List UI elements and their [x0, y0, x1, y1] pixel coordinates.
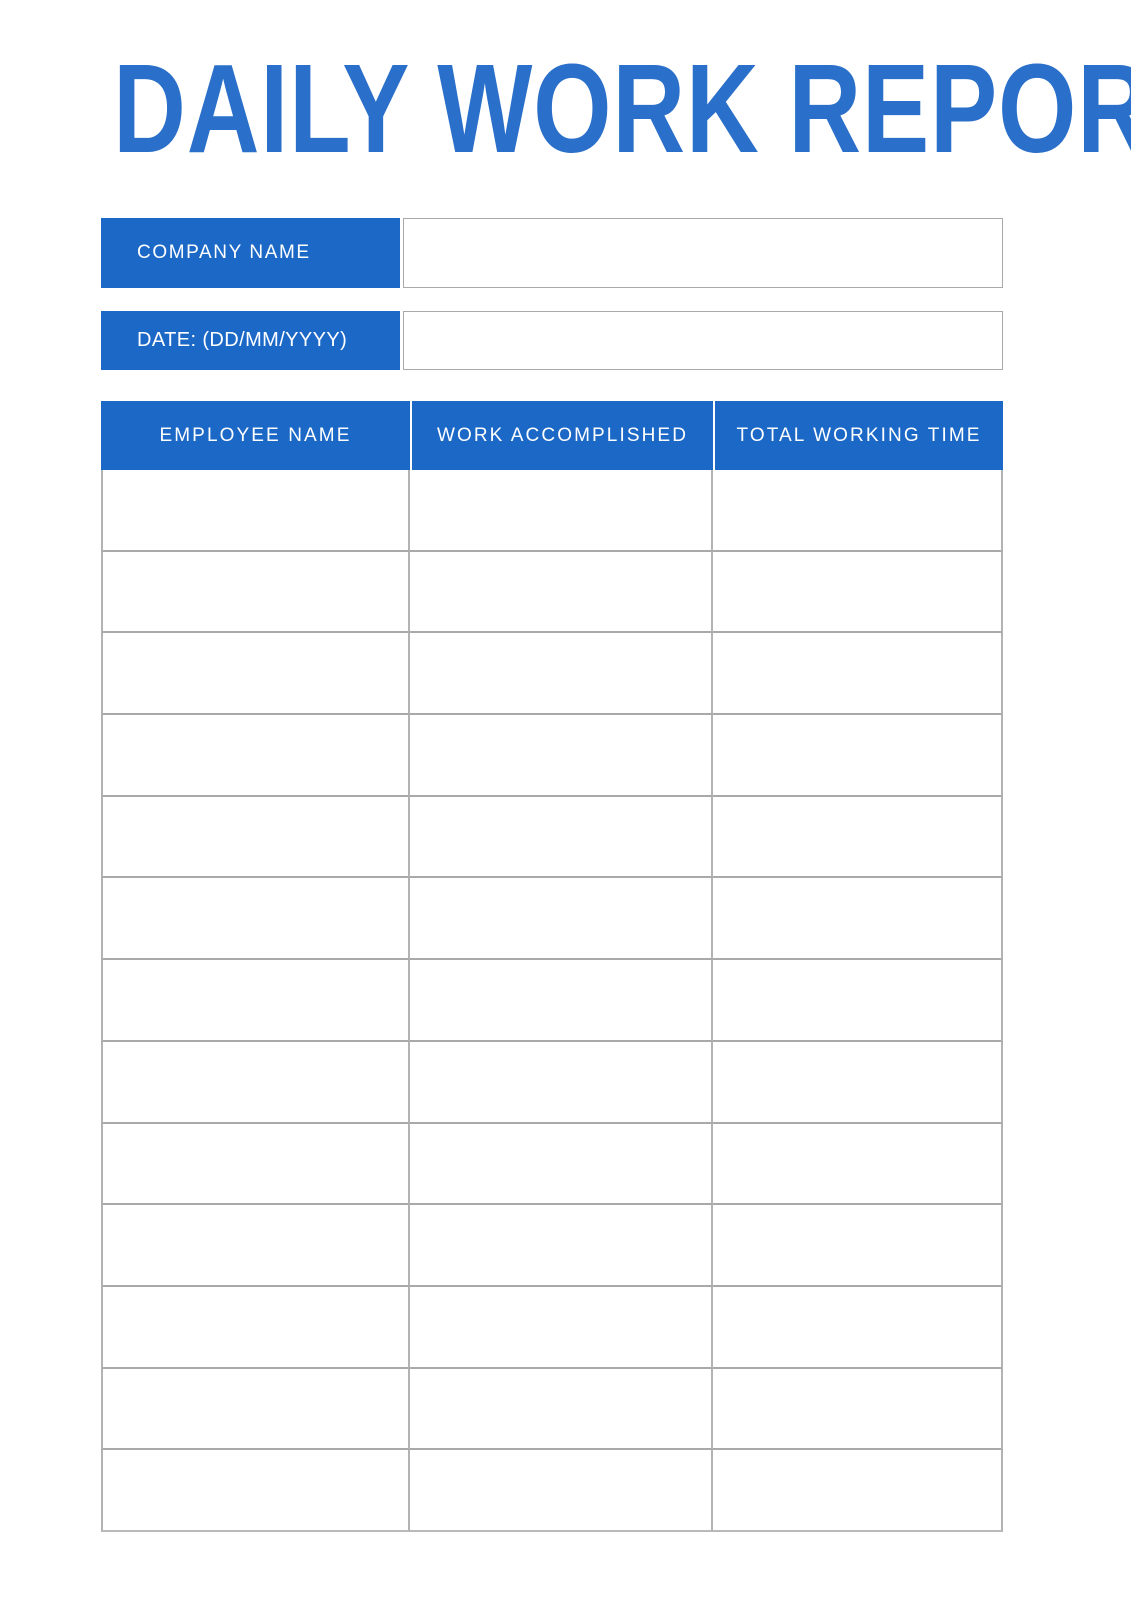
table-cell-employee-name[interactable] [101, 1368, 410, 1451]
table-cell-work-accomplished[interactable] [410, 1368, 713, 1451]
table-cell-work-accomplished[interactable] [410, 1041, 713, 1124]
table-cell-total-working-time[interactable] [713, 1041, 1003, 1124]
table-body [101, 470, 1003, 1532]
table-header-row: EMPLOYEE NAME WORK ACCOMPLISHED TOTAL WO… [101, 401, 1003, 470]
table-cell-employee-name[interactable] [101, 470, 410, 552]
table-cell-work-accomplished[interactable] [410, 796, 713, 879]
table-cell-employee-name[interactable] [101, 796, 410, 879]
table-cell-work-accomplished[interactable] [410, 878, 713, 961]
date-label: DATE: (DD/MM/YYYY) [101, 311, 400, 370]
table-row [101, 960, 1003, 1042]
table-cell-work-accomplished[interactable] [410, 1450, 713, 1532]
table-cell-employee-name[interactable] [101, 960, 410, 1042]
company-name-field-row: COMPANY NAME [101, 218, 1003, 288]
company-name-label: COMPANY NAME [101, 218, 400, 288]
column-header-total-working-time: TOTAL WORKING TIME [713, 401, 1003, 470]
table-row [101, 796, 1003, 879]
column-header-work-accomplished: WORK ACCOMPLISHED [410, 401, 713, 470]
table-cell-work-accomplished[interactable] [410, 715, 713, 797]
table-cell-work-accomplished[interactable] [410, 960, 713, 1042]
table-row [101, 633, 1003, 716]
table-cell-total-working-time[interactable] [713, 878, 1003, 961]
table-cell-work-accomplished[interactable] [410, 1286, 713, 1369]
table-row [101, 1041, 1003, 1124]
daily-work-report-page: DAILY WORK REPORT COMPANY NAME DATE: (DD… [0, 0, 1131, 1600]
table-cell-employee-name[interactable] [101, 1123, 410, 1206]
table-row [101, 1123, 1003, 1206]
table-cell-total-working-time[interactable] [713, 1123, 1003, 1206]
page-title: DAILY WORK REPORT [113, 38, 1131, 179]
table-cell-total-working-time[interactable] [713, 1450, 1003, 1532]
table-cell-work-accomplished[interactable] [410, 633, 713, 716]
table-cell-employee-name[interactable] [101, 1205, 410, 1287]
date-field-row: DATE: (DD/MM/YYYY) [101, 311, 1003, 370]
table-cell-employee-name[interactable] [101, 878, 410, 961]
work-report-table: EMPLOYEE NAME WORK ACCOMPLISHED TOTAL WO… [101, 401, 1003, 1532]
table-cell-work-accomplished[interactable] [410, 551, 713, 634]
table-cell-total-working-time[interactable] [713, 715, 1003, 797]
table-row [101, 1368, 1003, 1451]
table-cell-work-accomplished[interactable] [410, 1123, 713, 1206]
table-cell-employee-name[interactable] [101, 715, 410, 797]
table-cell-total-working-time[interactable] [713, 796, 1003, 879]
table-row [101, 470, 1003, 552]
column-header-employee-name: EMPLOYEE NAME [159, 424, 352, 446]
table-row [101, 1286, 1003, 1369]
table-cell-employee-name[interactable] [101, 1041, 410, 1124]
table-cell-total-working-time[interactable] [713, 960, 1003, 1042]
table-cell-total-working-time[interactable] [713, 470, 1003, 552]
table-cell-employee-name[interactable] [101, 551, 410, 634]
table-row [101, 1450, 1003, 1532]
table-cell-total-working-time[interactable] [713, 551, 1003, 634]
table-cell-employee-name[interactable] [101, 633, 410, 716]
table-cell-total-working-time[interactable] [713, 1205, 1003, 1287]
table-cell-work-accomplished[interactable] [410, 470, 713, 552]
table-row [101, 715, 1003, 797]
table-cell-employee-name[interactable] [101, 1286, 410, 1369]
table-row [101, 1205, 1003, 1287]
table-cell-work-accomplished[interactable] [410, 1205, 713, 1287]
table-row [101, 551, 1003, 634]
table-cell-total-working-time[interactable] [713, 633, 1003, 716]
table-cell-total-working-time[interactable] [713, 1286, 1003, 1369]
company-name-input[interactable] [403, 218, 1003, 288]
table-row [101, 878, 1003, 961]
table-cell-total-working-time[interactable] [713, 1368, 1003, 1451]
date-input[interactable] [403, 311, 1003, 370]
table-cell-employee-name[interactable] [101, 1450, 410, 1532]
